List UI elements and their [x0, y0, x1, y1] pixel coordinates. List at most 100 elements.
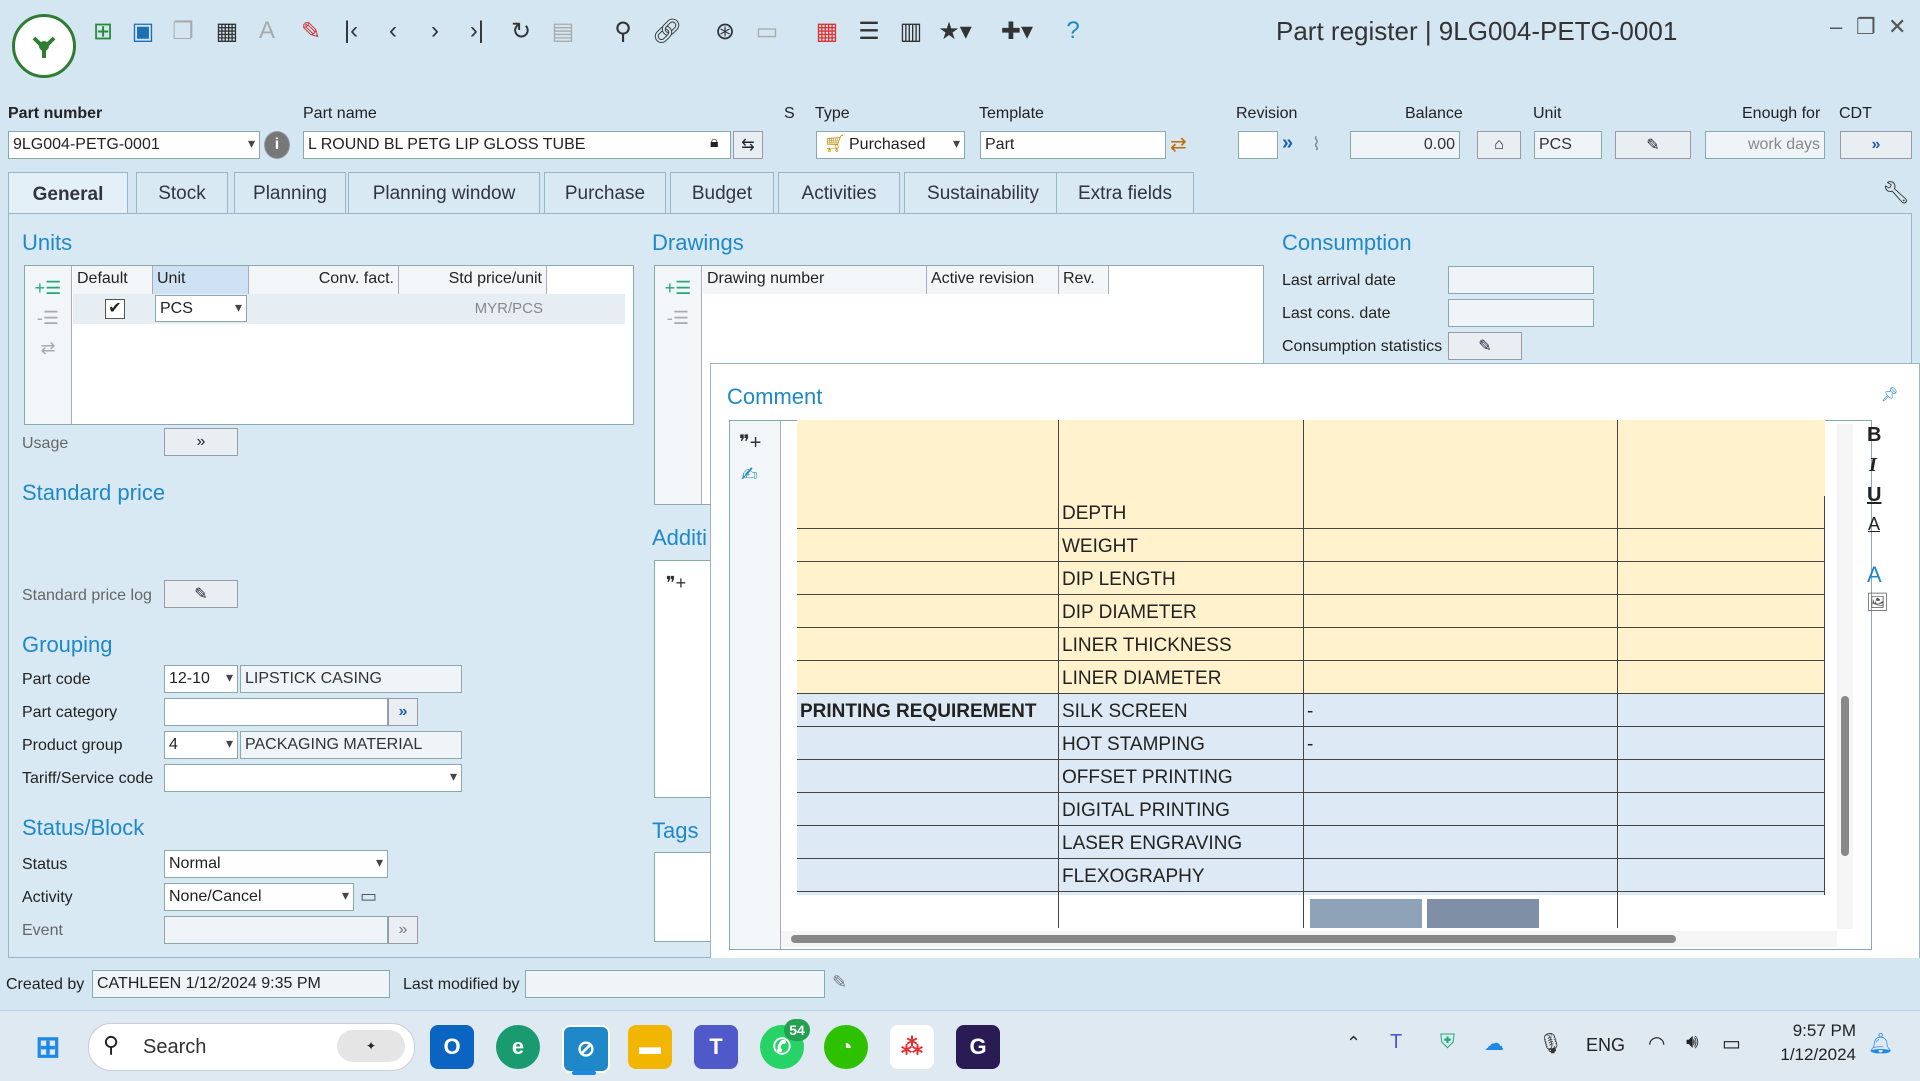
stock-icon[interactable]: ⌂ [1477, 131, 1521, 159]
refresh-icon[interactable]: ↻ [504, 14, 538, 48]
new-icon[interactable]: ⊞ [86, 14, 120, 48]
delete-icon[interactable]: ✎ [294, 14, 328, 48]
product-group-select[interactable]: 4 [164, 731, 238, 759]
tab-sustainability[interactable]: Sustainability [904, 172, 1062, 214]
cdt-forward-button[interactable]: » [1840, 131, 1912, 159]
part-number-input[interactable]: 9LG004-PETG-0001 [8, 131, 260, 159]
part-category-input[interactable] [164, 698, 388, 726]
usage-button[interactable]: » [164, 428, 238, 456]
edit-unit-icon[interactable]: ✎ [1615, 131, 1691, 159]
tariff-select[interactable] [164, 764, 462, 792]
bold-icon[interactable]: B [1867, 424, 1881, 447]
last-icon[interactable]: ›| [460, 14, 494, 48]
taskbar-search[interactable]: ⚲ Search ✦ [88, 1023, 415, 1071]
vertical-scroll-thumb[interactable] [1841, 696, 1849, 856]
comment-bubble-icon[interactable]: ▭ [360, 886, 377, 907]
attachment-icon[interactable]: ⌇ [1312, 134, 1321, 155]
help-icon[interactable]: ? [1056, 14, 1090, 48]
table-row[interactable]: LINER DIAMETER [797, 661, 1825, 694]
chevron-up-icon[interactable]: ⌃ [1346, 1033, 1361, 1054]
tab-purchase[interactable]: Purchase [544, 172, 666, 214]
table-row[interactable]: OFFSET PRINTING [797, 760, 1825, 793]
swap-icon[interactable]: ⇄ [1170, 132, 1187, 157]
underline-icon[interactable]: U [1867, 484, 1881, 507]
event-forward-button[interactable]: » [388, 916, 418, 944]
default-checkbox[interactable]: ✔ [105, 299, 125, 319]
table-row[interactable]: HOT STAMPING - [797, 727, 1825, 760]
edit-pen-icon[interactable]: ✍︎ [741, 462, 758, 487]
tab-stock[interactable]: Stock [136, 172, 228, 214]
translate-icon[interactable]: ⇆ [733, 131, 763, 159]
save-icon[interactable]: ▣ [126, 14, 160, 48]
remove-row-icon[interactable]: -☰ [35, 306, 61, 330]
table-row[interactable]: DIGITAL PRINTING [797, 793, 1825, 826]
teams-icon[interactable]: T [694, 1025, 738, 1069]
windows-start-icon[interactable]: ⊞ [26, 1025, 70, 1069]
table-row[interactable]: PRINTING REQUIREMENT SILK SCREEN - [797, 694, 1825, 727]
italic-icon[interactable]: I [1869, 454, 1877, 477]
link-icon[interactable]: 🔗︎ [650, 14, 684, 48]
table-row[interactable]: DEPTH [797, 496, 1825, 529]
security-shield-icon[interactable]: ⛨ [1440, 1031, 1455, 1054]
prev-icon[interactable]: ‹ [376, 14, 410, 48]
clock-time[interactable]: 9:57 PM [1770, 1021, 1856, 1041]
part-code-select[interactable]: 12-10 [164, 665, 238, 693]
status-select[interactable]: Normal [164, 850, 388, 878]
part-name-input[interactable]: L ROUND BL PETG LIP GLOSS TUBE [303, 131, 731, 159]
battery-icon[interactable]: ▭ [1722, 1031, 1741, 1056]
microphone-icon[interactable]: 🎙︎ [1538, 1031, 1563, 1056]
table-row[interactable]: ✔ PCS MYR/PCS [73, 294, 625, 324]
activity-select[interactable]: None/Cancel [164, 883, 354, 911]
search-icon[interactable]: ⚲ [606, 14, 640, 48]
cluster-app-icon[interactable]: ⁂ [890, 1025, 934, 1069]
onedrive-icon[interactable]: ☁ [1484, 1031, 1504, 1056]
add-quote-icon[interactable]: ❞+ [663, 571, 689, 595]
revision-input[interactable] [1238, 131, 1278, 159]
table-row[interactable]: LASER ENGRAVING [797, 826, 1825, 859]
apps-grid-icon[interactable]: ▦ [810, 14, 844, 48]
vertical-scrollbar[interactable] [1837, 424, 1853, 929]
tab-budget[interactable]: Budget [670, 172, 774, 214]
move-row-icon[interactable]: ⇄ [35, 336, 61, 360]
tab-planning[interactable]: Planning [234, 172, 346, 214]
notification-bell-icon[interactable]: 🔔︎ [1868, 1031, 1893, 1056]
list-icon[interactable]: ☰ [852, 14, 886, 48]
insert-image-icon[interactable]: 🖼︎ [1866, 592, 1889, 613]
table-row[interactable]: DIP DIAMETER [797, 595, 1825, 628]
tab-activities[interactable]: Activities [778, 172, 900, 214]
language-indicator[interactable]: ENG [1586, 1035, 1625, 1056]
copy-icon[interactable]: ❐ [166, 14, 200, 48]
wifi-icon[interactable]: ◠ [1648, 1031, 1665, 1056]
favorite-star-icon[interactable]: ★▾ [938, 14, 972, 48]
add-row-icon[interactable]: +☰ [35, 276, 62, 300]
remove-drawing-icon[interactable]: -☰ [665, 306, 691, 330]
minimize-icon[interactable]: – [1830, 14, 1842, 40]
table-row[interactable]: DIP LENGTH [797, 562, 1825, 595]
close-icon[interactable]: ✕ [1888, 14, 1906, 40]
unit-select[interactable]: PCS [155, 295, 247, 322]
wechat-icon[interactable]: ◔ [824, 1025, 868, 1069]
add-quote-icon[interactable]: ❞+ [739, 430, 761, 455]
standard-price-log-button[interactable]: ✎ [164, 580, 238, 608]
edge-icon[interactable]: e [496, 1025, 540, 1069]
volume-icon[interactable]: 🔊︎ [1686, 1031, 1699, 1054]
teams-tray-icon[interactable]: T [1390, 1031, 1402, 1054]
edit-log-icon[interactable]: ✎ [832, 972, 847, 993]
outlook-icon[interactable]: O [430, 1025, 474, 1069]
plugin-icon[interactable]: ✚▾ [1000, 14, 1034, 48]
table-row[interactable]: LINER THICKNESS [797, 628, 1825, 661]
font-size-icon[interactable]: A [1867, 562, 1882, 588]
book-icon[interactable]: ▥ [894, 14, 928, 48]
calendar-icon[interactable]: ▦ [210, 14, 244, 48]
clock-date[interactable]: 1/12/2024 [1770, 1045, 1856, 1065]
globe-search-icon[interactable]: ⊛ [708, 14, 742, 48]
font-color-icon[interactable]: A [1868, 514, 1880, 535]
graphics-app-icon[interactable]: G [956, 1025, 1000, 1069]
add-drawing-icon[interactable]: +☰ [665, 276, 692, 300]
tab-extra-fields[interactable]: Extra fields [1056, 172, 1194, 214]
erp-app-icon[interactable]: ⊘ [562, 1025, 610, 1073]
table-row[interactable]: FLEXOGRAPHY [797, 859, 1825, 892]
restore-icon[interactable]: ❐ [1856, 14, 1876, 40]
tab-planning-window[interactable]: Planning window [348, 172, 540, 214]
file-explorer-icon[interactable]: ▬ [628, 1025, 672, 1069]
